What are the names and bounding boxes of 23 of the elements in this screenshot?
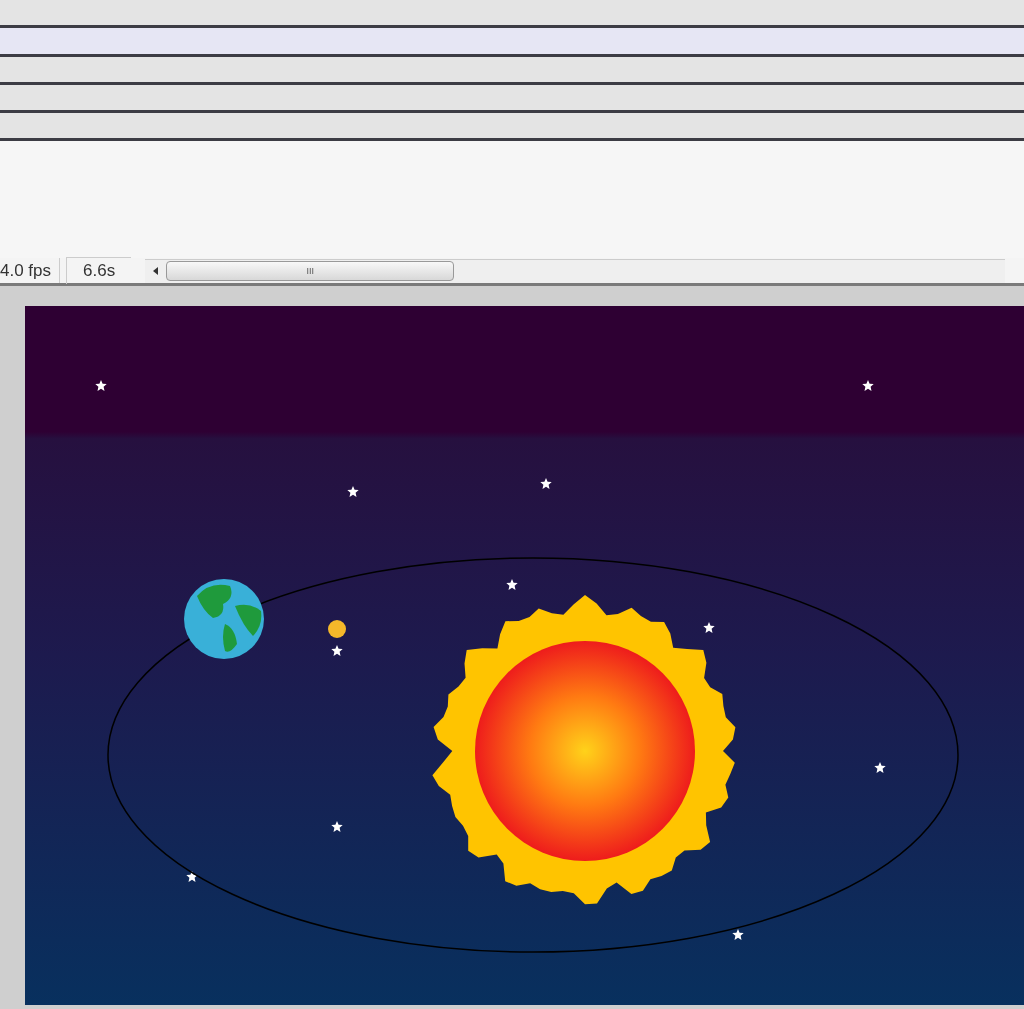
elapsed-time-readout: 6.6s — [66, 257, 132, 284]
star-icon — [347, 486, 359, 497]
layer-row[interactable] — [0, 113, 1024, 141]
horizontal-scrollbar[interactable]: III — [145, 258, 1006, 283]
scroll-left-icon[interactable] — [153, 267, 159, 275]
star-icon — [703, 622, 715, 633]
star-icon — [862, 380, 874, 391]
scroll-grip: III — [306, 266, 314, 276]
moon-icon — [328, 620, 346, 638]
layer-row[interactable] — [0, 85, 1024, 113]
star-icon — [540, 478, 552, 489]
star-icon — [732, 929, 744, 940]
layer-row[interactable] — [0, 57, 1024, 85]
star-icon — [331, 645, 343, 656]
star-icon — [186, 871, 198, 882]
star-icon — [874, 762, 886, 773]
layer-row[interactable] — [0, 0, 1024, 28]
frame-rate-readout: 4.0 fps — [0, 257, 61, 284]
layer-row[interactable] — [0, 28, 1024, 57]
star-icon — [95, 380, 107, 391]
star-icon — [506, 579, 518, 590]
scrollbar-thumb[interactable]: III — [166, 261, 455, 281]
star-icon — [331, 821, 343, 832]
